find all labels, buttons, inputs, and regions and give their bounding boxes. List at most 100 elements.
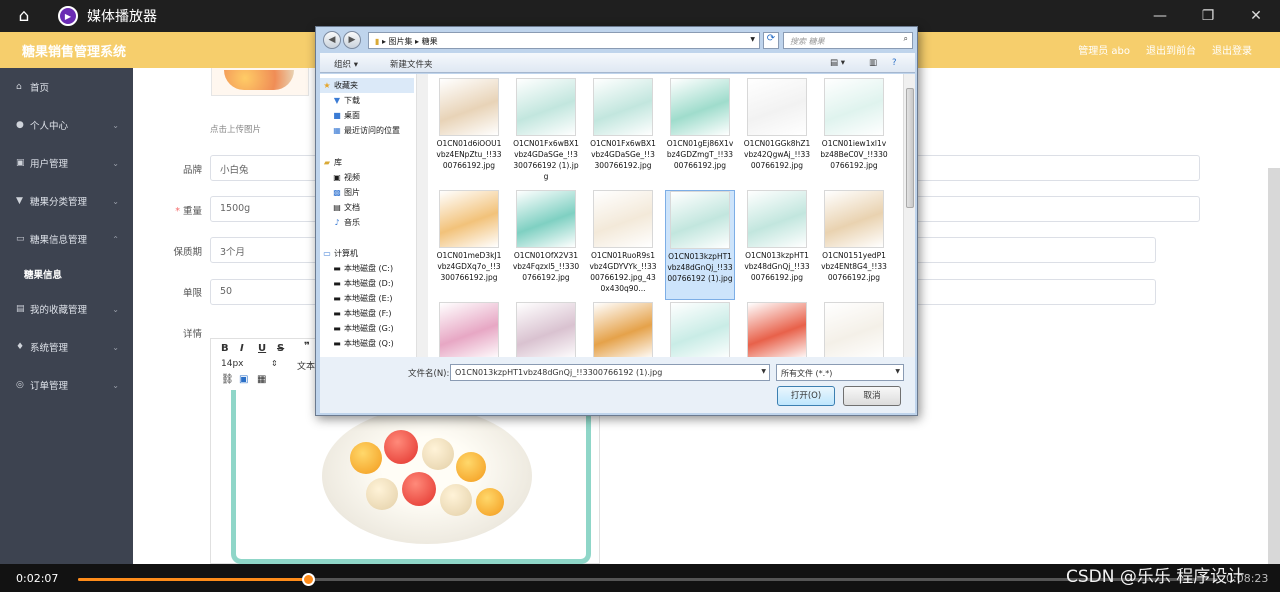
breadcrumb-pictures[interactable]: 图片集 bbox=[389, 37, 413, 46]
uploaded-image-preview[interactable] bbox=[211, 68, 309, 96]
nav-music[interactable]: ♪ 音乐 bbox=[330, 215, 360, 230]
sidebar-item-profile[interactable]: ● 个人中心 ⌄ bbox=[0, 106, 133, 144]
upload-hint[interactable]: 点击上传图片 bbox=[210, 123, 261, 135]
users-icon: ▣ bbox=[16, 158, 25, 168]
nav-downloads[interactable]: ▼ 下载 bbox=[330, 93, 360, 108]
breadcrumb-candy[interactable]: 糖果 bbox=[422, 37, 438, 46]
nav-drive-f[interactable]: ▬ 本地磁盘 (F:) bbox=[330, 306, 391, 321]
nav-pictures[interactable]: ▩ 图片 bbox=[330, 185, 360, 200]
preview-pane-icon[interactable]: ▥ bbox=[869, 58, 877, 68]
nav-computer[interactable]: ▭ 计算机 bbox=[320, 246, 358, 261]
file-item[interactable] bbox=[665, 302, 735, 357]
seek-bar[interactable] bbox=[78, 573, 1218, 586]
file-item[interactable]: O1CN01Fx6wBX1vbz4GDaSGe_!!3300766192.jpg bbox=[588, 78, 658, 171]
nav-drive-e[interactable]: ▬ 本地磁盘 (E:) bbox=[330, 291, 392, 306]
cancel-button[interactable]: 取消 bbox=[843, 386, 901, 406]
editor-content[interactable] bbox=[210, 390, 600, 564]
file-thumbnail bbox=[516, 190, 576, 248]
sidebar-item-candy-info[interactable]: ▭ 糖果信息管理 ⌃ bbox=[0, 220, 133, 258]
file-item[interactable] bbox=[511, 302, 581, 357]
file-item[interactable]: O1CN01gEj86X1vbz4GDZmgT_!!3300766192.jpg bbox=[665, 78, 735, 171]
sidebar-subitem-candy[interactable]: 糖果信息 bbox=[0, 258, 133, 290]
sidebar-item-favorites[interactable]: ▤ 我的收藏管理 ⌄ bbox=[0, 290, 133, 328]
strike-button[interactable]: S bbox=[277, 343, 284, 354]
chevron-down-icon[interactable]: ▼ bbox=[761, 368, 766, 375]
new-folder-button[interactable]: 新建文件夹 bbox=[390, 58, 433, 70]
player-title: 媒体播放器 bbox=[87, 9, 157, 25]
back-to-front-link[interactable]: 退出到前台 bbox=[1146, 42, 1196, 57]
file-list-scrollbar[interactable] bbox=[903, 74, 915, 357]
font-size-select[interactable]: 14px bbox=[221, 359, 244, 369]
file-item[interactable]: O1CN01Fx6wBX1vbz4GDaSGe_!!3300766192 (1)… bbox=[511, 78, 581, 182]
filetype-select[interactable]: 所有文件 (*.*) ▼ bbox=[776, 364, 904, 381]
organize-button[interactable]: 组织 ▾ bbox=[334, 58, 358, 70]
nav-drive-d[interactable]: ▬ 本地磁盘 (D:) bbox=[330, 276, 393, 291]
logout-link[interactable]: 退出登录 bbox=[1212, 42, 1252, 57]
file-item[interactable]: O1CN013kzpHT1vbz48dGnQj_!!3300766192 (1)… bbox=[665, 190, 735, 300]
forward-icon[interactable]: ▶ bbox=[343, 31, 361, 49]
file-item[interactable] bbox=[434, 302, 504, 357]
candy-ball bbox=[350, 442, 382, 474]
category-icon: ▼ bbox=[16, 196, 23, 206]
file-item[interactable]: O1CN0151yedP1vbz4ENt8G4_!!3300766192.jpg bbox=[819, 190, 889, 283]
nav-drive-g[interactable]: ▬ 本地磁盘 (G:) bbox=[330, 321, 393, 336]
scrollbar-thumb[interactable] bbox=[906, 88, 914, 208]
path-breadcrumb[interactable]: ▮ ▸ 图片集 ▸ 糖果 ▼ bbox=[368, 32, 760, 49]
music-icon: ♪ bbox=[334, 218, 340, 227]
drive-icon: ▬ bbox=[333, 264, 341, 273]
image-icon[interactable]: ▣ bbox=[239, 374, 248, 385]
file-item[interactable] bbox=[742, 302, 812, 357]
close-icon[interactable]: ✕ bbox=[1232, 0, 1280, 32]
restore-icon[interactable]: ❐ bbox=[1184, 0, 1232, 32]
text-format-select[interactable]: 文本 bbox=[297, 359, 315, 372]
sidebar-item-users[interactable]: ▣ 用户管理 ⌄ bbox=[0, 144, 133, 182]
minimize-icon[interactable]: — bbox=[1136, 0, 1184, 32]
nav-videos[interactable]: ▣ 视频 bbox=[330, 170, 360, 185]
file-item[interactable]: O1CN01meD3kJ1vbz4GDXq7o_!!3300766192.jpg bbox=[434, 190, 504, 283]
detail-label: 详情 bbox=[182, 329, 202, 340]
bold-button[interactable]: B bbox=[221, 343, 229, 354]
seek-handle[interactable] bbox=[302, 573, 316, 586]
file-item[interactable]: O1CN01OfX2V31vbz4Fqzxl5_!!3300766192.jpg bbox=[511, 190, 581, 283]
home-icon[interactable]: ⌂ bbox=[0, 0, 48, 32]
nav-desktop[interactable]: ■ 桌面 bbox=[330, 108, 360, 123]
file-item[interactable]: O1CN01GGk8hZ1vbz42QgwAj_!!3300766192.jpg bbox=[742, 78, 812, 171]
sidebar-item-home[interactable]: ⌂ 首页 bbox=[0, 68, 133, 106]
quote-button[interactable]: ❞ bbox=[304, 341, 310, 352]
brand-label: 品牌 bbox=[182, 165, 202, 176]
nav-favorites[interactable]: ★ 收藏夹 bbox=[320, 78, 414, 93]
help-icon[interactable]: ? bbox=[892, 58, 897, 68]
file-name: O1CN01Fx6wBX1vbz4GDaSGe_!!3300766192 (1)… bbox=[513, 139, 579, 181]
search-input[interactable]: 搜索 糖果 ⌕ bbox=[783, 32, 913, 49]
nav-scrollbar[interactable] bbox=[416, 74, 428, 357]
nav-drive-q[interactable]: ▬ 本地磁盘 (Q:) bbox=[330, 336, 394, 351]
nav-documents[interactable]: ▤ 文档 bbox=[330, 200, 360, 215]
info-icon: ▭ bbox=[16, 234, 25, 244]
nav-libraries[interactable]: ▰ 库 bbox=[320, 155, 342, 170]
file-item[interactable]: O1CN01RuoR9s1vbz4GDYVYk_!!3300766192.jpg… bbox=[588, 190, 658, 294]
underline-button[interactable]: U bbox=[258, 343, 266, 354]
file-item[interactable] bbox=[819, 302, 889, 357]
file-item[interactable] bbox=[588, 302, 658, 357]
refresh-icon[interactable]: ⟳ bbox=[763, 32, 779, 49]
stepper-icon[interactable]: ⇕ bbox=[271, 359, 278, 368]
filename-input[interactable]: O1CN013kzpHT1vbz48dGnQj_!!3300766192 (1)… bbox=[450, 364, 770, 381]
view-options-icon[interactable]: ▤ ▾ bbox=[830, 58, 845, 68]
page-scrollbar[interactable] bbox=[1268, 168, 1280, 564]
file-name: O1CN0151yedP1vbz4ENt8G4_!!3300766192.jpg bbox=[821, 251, 887, 282]
open-button[interactable]: 打开(O) bbox=[777, 386, 835, 406]
nav-drive-c[interactable]: ▬ 本地磁盘 (C:) bbox=[330, 261, 393, 276]
file-item[interactable]: O1CN013kzpHT1vbz48dGnQj_!!3300766192.jpg bbox=[742, 190, 812, 283]
video-icon[interactable]: ▦ bbox=[257, 374, 266, 385]
sidebar-item-system[interactable]: ♦ 系统管理 ⌄ bbox=[0, 328, 133, 366]
file-item[interactable]: O1CN01iew1xl1vbz48BeC0V_!!3300766192.jpg bbox=[819, 78, 889, 171]
italic-button[interactable]: I bbox=[240, 343, 244, 354]
sidebar-item-orders[interactable]: ◎ 订单管理 ⌄ bbox=[0, 366, 133, 404]
link-icon[interactable]: ⛓ bbox=[221, 374, 234, 385]
chevron-down-icon[interactable]: ▼ bbox=[895, 368, 900, 375]
nav-recent[interactable]: ▦ 最近访问的位置 bbox=[330, 123, 400, 138]
sidebar-item-category[interactable]: ▼ 糖果分类管理 ⌄ bbox=[0, 182, 133, 220]
chevron-down-icon[interactable]: ▼ bbox=[750, 36, 755, 43]
file-item[interactable]: O1CN01d6iOOU1vbz4ENpZtu_!!3300766192.jpg bbox=[434, 78, 504, 171]
back-icon[interactable]: ◀ bbox=[323, 31, 341, 49]
